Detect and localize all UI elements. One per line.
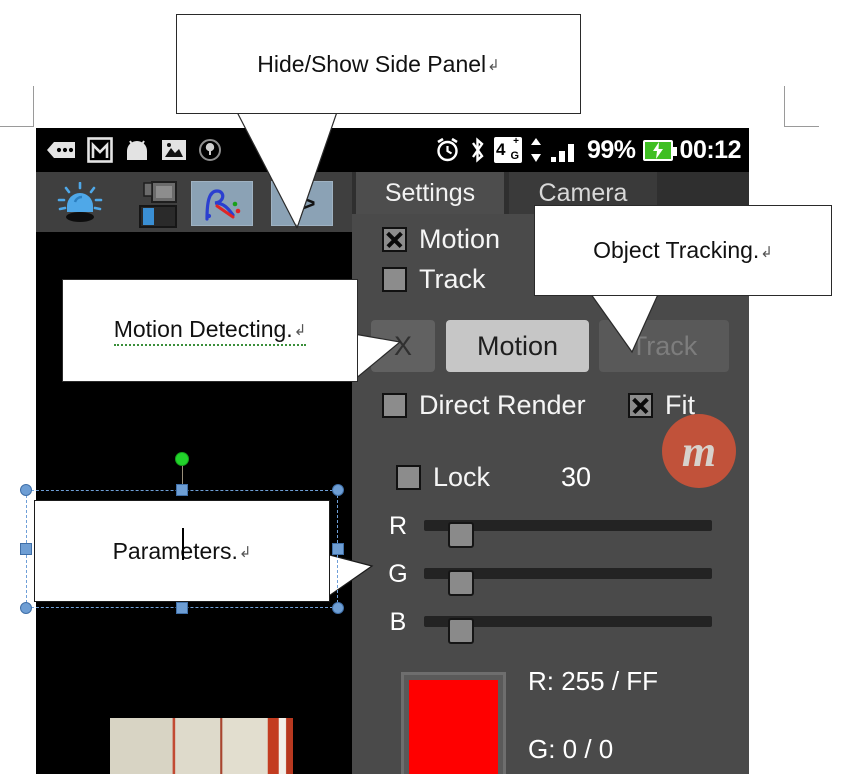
signal-bars-icon [551,144,574,162]
shape-selection-frame [20,452,344,614]
camera-video-area: <> [36,172,352,774]
alarm-beacon-icon[interactable] [55,182,105,224]
callout-hide-show-tail [236,111,338,229]
slider-red-thumb[interactable] [448,522,474,548]
slider-blue-track[interactable] [424,616,712,644]
gmail-icon [87,137,113,163]
track-checkbox[interactable] [382,267,407,292]
callout-hide-show-text: Hide/Show Side Panel↲ [257,50,500,77]
callout-object-tracking: Object Tracking.↲ [534,205,832,296]
network-g: G [510,150,519,162]
direct-render-checkbox[interactable] [382,393,407,418]
callout-motion-detecting-tail [352,333,402,382]
slider-row-blue[interactable]: B [386,606,716,644]
slider-blue-label: B [389,608,407,636]
status-system-icons: 4 + G 99% 00:12 [434,128,742,172]
location-badge-icon [199,139,221,161]
mode-button-motion[interactable]: Motion [446,320,589,372]
color-swatch-fill [409,680,498,774]
app-watermark-logo: m [662,414,736,488]
callout-motion-detecting-text: Motion Detecting.↲ [113,316,307,346]
readout-green: G: 0 / 0 [528,734,614,764]
selection-dashed-border [26,490,338,608]
resize-handle-bottom-middle[interactable] [176,602,188,614]
checkbox-row-lock[interactable]: Lock [396,462,490,493]
readout-red: R: 255 / FF [528,666,659,696]
network-digit: 4 [496,140,506,159]
callout-object-tracking-tail [586,288,661,354]
android-robot-icon [127,140,147,160]
mode-button-motion-label: Motion [476,330,559,361]
resize-handle-middle-left[interactable] [20,543,32,555]
battery-charging-icon [642,139,677,161]
checkbox-row-motion[interactable]: Motion [382,224,500,255]
tab-settings[interactable]: Settings [356,172,504,214]
tab-settings-label: Settings [384,178,476,207]
messages-icon [47,142,75,158]
callout-hide-show-side-panel: Hide/Show Side Panel↲ [176,14,581,114]
slider-blue-thumb[interactable] [448,618,474,644]
page-margin-mark-top-left [0,86,34,127]
resize-handle-bottom-left[interactable] [20,602,32,614]
slider-green-thumb[interactable] [448,570,474,596]
clock-label: 00:12 [679,135,742,164]
lock-label: Lock [433,462,491,492]
camera-preview-thumbnail [110,718,293,774]
slider-red-label: R [388,512,408,540]
slider-row-green[interactable]: G [386,558,716,596]
battery-percent-label: 99% [587,135,636,164]
resize-handle-top-middle[interactable] [176,484,188,496]
color-swatch-preview[interactable] [401,672,506,774]
side-panel-toggle-icon[interactable] [134,180,180,228]
lock-checkbox[interactable] [396,465,421,490]
callout-object-tracking-text: Object Tracking.↲ [593,237,773,263]
resize-handle-bottom-right[interactable] [332,602,344,614]
resize-handle-middle-right[interactable] [332,543,344,555]
tab-camera-label: Camera [538,178,628,207]
lock-value-label: 30 [561,462,592,492]
word-document-page: 4 + G 99% 00:12 Settings Camera Motion T… [0,0,851,774]
resize-handle-top-left[interactable] [20,484,32,496]
direct-render-label: Direct Render [419,390,586,420]
rotation-handle[interactable] [175,452,189,466]
network-plus: + [513,136,519,147]
network-type-4g-icon: 4 + G [494,137,522,163]
alarm-clock-icon [437,137,458,161]
gallery-photo-icon [162,140,186,160]
callout-motion-detecting: Motion Detecting.↲ [62,279,358,382]
motion-checkbox-label: Motion [419,224,501,254]
slider-red-track[interactable] [424,520,712,548]
fit-checkbox[interactable] [628,393,653,418]
bluetooth-icon [472,137,484,163]
motion-checkbox[interactable] [382,227,407,252]
slider-green-track[interactable] [424,568,712,596]
slider-row-red[interactable]: R [386,510,716,548]
android-status-bar: 4 + G 99% 00:12 [36,128,749,172]
track-checkbox-label: Track [419,264,486,294]
resize-handle-top-right[interactable] [332,484,344,496]
checkbox-row-direct-render[interactable]: Direct Render [382,390,586,421]
status-notification-icons [46,128,222,172]
data-transfer-arrows-icon [531,138,541,162]
page-margin-mark-top-right [784,86,819,127]
checkbox-row-track[interactable]: Track [382,264,486,295]
